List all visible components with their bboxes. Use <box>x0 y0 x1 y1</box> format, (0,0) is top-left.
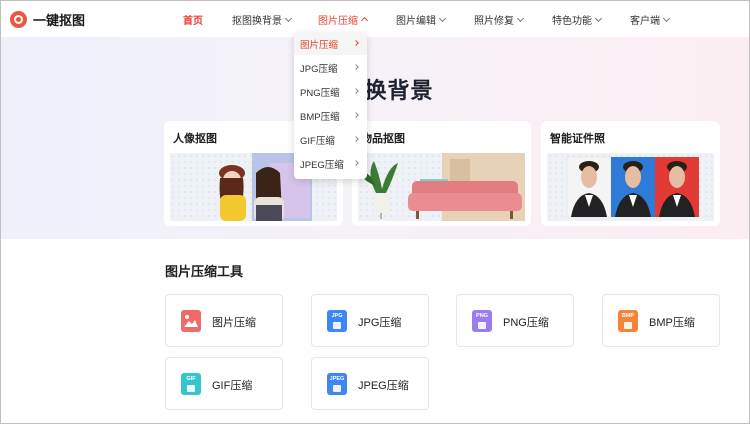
icon-badge-text: GIF <box>186 376 196 382</box>
jpg-file-icon: JPG <box>327 310 347 332</box>
icon-glyph <box>333 385 341 392</box>
chevron-right-icon <box>353 136 359 142</box>
dropdown-item-bmp-compress[interactable]: BMP压缩 <box>294 105 367 127</box>
icon-glyph <box>187 385 195 392</box>
tool-gif-compress[interactable]: GIF GIF压缩 <box>165 357 283 410</box>
nav-label: 照片修复 <box>474 16 514 27</box>
nav-label: 客户端 <box>630 16 660 27</box>
dropdown-item-label: 图片压缩 <box>300 40 339 51</box>
card-title: 智能证件照 <box>550 133 605 145</box>
dropdown-item-label: BMP压缩 <box>300 112 340 123</box>
logo-text: 一键抠图 <box>33 13 86 28</box>
tool-label: 图片压缩 <box>212 317 256 329</box>
icon-badge-text: JPG <box>331 313 343 319</box>
card-title: 人像抠图 <box>173 133 217 145</box>
icon-glyph <box>478 322 486 329</box>
dropdown-item-jpg-compress[interactable]: JPG压缩 <box>294 57 367 79</box>
chevron-up-icon <box>360 16 369 25</box>
icon-badge-text: BMP <box>621 313 635 319</box>
png-file-icon: PNG <box>472 310 492 332</box>
page-frame: 一键抠图 首页 抠图换背景 图片压缩 图片编辑 照片修复 特色功能 客户端 抠图… <box>0 0 750 424</box>
logo-icon <box>10 11 27 28</box>
card-id-photo[interactable]: 智能证件照 <box>541 121 720 226</box>
card-title: 物品抠图 <box>361 133 405 145</box>
id-photo-image <box>547 153 714 221</box>
dropdown-item-label: JPG压缩 <box>300 64 338 75</box>
tool-label: PNG压缩 <box>503 317 549 329</box>
nav-item-image-edit[interactable]: 图片编辑 <box>396 12 447 27</box>
tool-bmp-compress[interactable]: BMP BMP压缩 <box>602 294 720 347</box>
dropdown-item-jpeg-compress[interactable]: JPEG压缩 <box>294 153 367 175</box>
chevron-down-icon <box>284 14 293 22</box>
bmp-file-icon: BMP <box>618 310 638 332</box>
chevron-right-icon <box>353 160 359 166</box>
dropdown-item-image-compress[interactable]: 图片压缩 <box>294 33 367 55</box>
dropdown-item-label: GIF压缩 <box>300 136 335 147</box>
tools-section-title: 图片压缩工具 <box>165 264 244 279</box>
dropdown-item-png-compress[interactable]: PNG压缩 <box>294 81 367 103</box>
gif-file-icon: GIF <box>181 373 201 395</box>
tool-png-compress[interactable]: PNG PNG压缩 <box>456 294 574 347</box>
tool-jpeg-compress[interactable]: JPEG JPEG压缩 <box>311 357 429 410</box>
image-compress-dropdown: 图片压缩 JPG压缩 PNG压缩 BMP压缩 GIF压缩 JPEG压缩 <box>294 33 367 179</box>
hero-title: 抠图换背景 <box>318 78 434 103</box>
tool-image-compress[interactable]: 图片压缩 <box>165 294 283 347</box>
chevron-down-icon <box>516 14 525 22</box>
icon-badge-text: PNG <box>476 313 488 319</box>
image-compress-icon <box>181 310 201 332</box>
icon-glyph <box>333 322 341 329</box>
hero-banner: 抠图换背景 人像抠图 物品抠图 智能证件照 <box>1 37 749 239</box>
chevron-down-icon <box>662 14 671 22</box>
tool-jpg-compress[interactable]: JPG JPG压缩 <box>311 294 429 347</box>
dropdown-item-label: JPEG压缩 <box>300 160 344 171</box>
chevron-right-icon <box>353 88 359 94</box>
nav-item-photo-repair[interactable]: 照片修复 <box>474 12 525 27</box>
nav-label: 首页 <box>183 16 203 27</box>
chevron-right-icon <box>353 112 359 118</box>
dropdown-item-gif-compress[interactable]: GIF压缩 <box>294 129 367 151</box>
nav-label: 特色功能 <box>552 16 592 27</box>
nav-item-client[interactable]: 客户端 <box>630 12 671 27</box>
chevron-right-icon <box>353 40 359 46</box>
nav-item-home[interactable]: 首页 <box>183 12 203 27</box>
nav-item-cutout-background[interactable]: 抠图换背景 <box>232 12 293 27</box>
tool-label: GIF压缩 <box>212 380 253 392</box>
top-nav: 一键抠图 首页 抠图换背景 图片压缩 图片编辑 照片修复 特色功能 客户端 <box>1 1 749 37</box>
nav-label: 抠图换背景 <box>232 16 282 27</box>
nav-label: 图片压缩 <box>318 16 358 27</box>
icon-badge-text: JPEG <box>329 376 345 382</box>
dropdown-item-label: PNG压缩 <box>300 88 340 99</box>
tool-label: BMP压缩 <box>649 317 695 329</box>
tool-label: JPG压缩 <box>358 317 402 329</box>
chevron-right-icon <box>353 64 359 70</box>
chevron-down-icon <box>438 14 447 22</box>
jpeg-file-icon: JPEG <box>327 373 347 395</box>
icon-glyph <box>624 322 632 329</box>
chevron-down-icon <box>594 14 603 22</box>
object-cutout-image <box>358 153 525 221</box>
nav-item-special-features[interactable]: 特色功能 <box>552 12 603 27</box>
site-logo[interactable]: 一键抠图 <box>10 10 85 29</box>
tool-label: JPEG压缩 <box>358 380 409 392</box>
nav-item-image-compress[interactable]: 图片压缩 <box>318 12 369 27</box>
nav-label: 图片编辑 <box>396 16 436 27</box>
card-object-cutout[interactable]: 物品抠图 <box>352 121 531 226</box>
